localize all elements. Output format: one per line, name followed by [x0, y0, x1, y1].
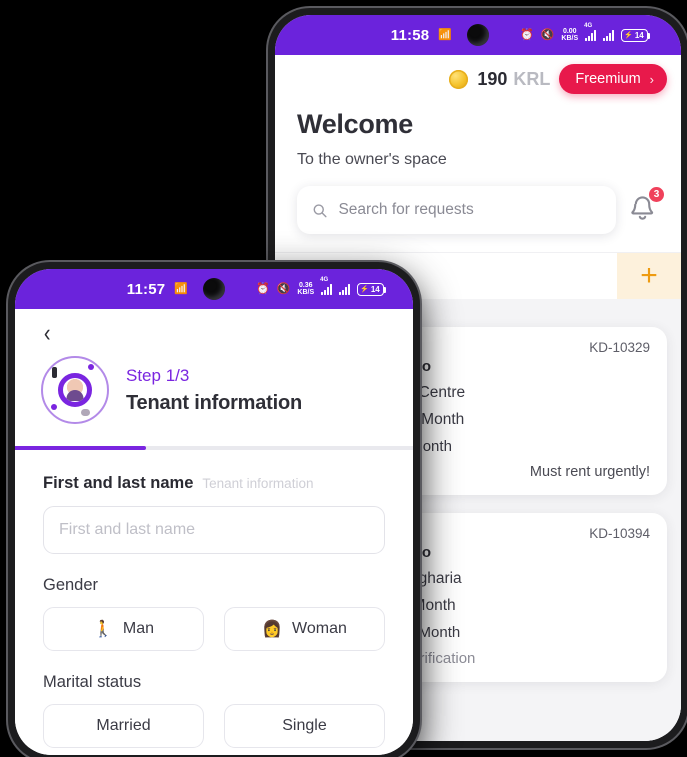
gender-option-label: Man	[122, 620, 155, 637]
mute-icon: 🔇	[540, 28, 555, 41]
orbit-dot-icon	[52, 367, 57, 378]
nav-back-row: ‹	[15, 309, 413, 352]
orbit-dot-icon	[88, 364, 94, 370]
network-speed-unit: KB/S	[297, 289, 315, 296]
step-progress-bar	[15, 446, 413, 450]
front-phone-content: ‹ Step 1/3 Tenant information First and …	[15, 309, 413, 755]
plan-label: Freemium	[575, 71, 641, 87]
alarm-icon: ⏰	[520, 28, 534, 41]
notification-badge: 3	[648, 186, 665, 203]
signal-bars-icon	[603, 29, 615, 41]
marital-status-label: Marital status	[43, 673, 142, 691]
name-field-label-row: First and last name Tenant information	[43, 474, 385, 493]
battery-level: 14	[634, 30, 644, 40]
signal-bars-icon	[339, 283, 351, 295]
step-progress-fill	[15, 446, 147, 450]
search-box[interactable]	[297, 186, 616, 234]
signal-4g-icon	[584, 23, 597, 41]
step-header: Step 1/3 Tenant information	[15, 352, 413, 424]
tenant-avatar-orbit-icon	[41, 356, 109, 424]
gender-option-woman[interactable]: 👩 Woman	[224, 607, 385, 651]
signal-4g-icon	[320, 277, 333, 295]
back-phone-status-bar: 11:58 📶 ⏰ 🔇 0.00 KB/S ⚡ 14	[275, 15, 681, 55]
name-field-hint: Tenant information	[202, 476, 314, 491]
battery-indicator: ⚡ 14	[621, 28, 650, 42]
back-button[interactable]: ‹	[44, 321, 51, 346]
mute-icon: 🔇	[276, 282, 291, 295]
marital-option-married[interactable]: Married	[43, 704, 204, 748]
alarm-icon: ⏰	[256, 282, 270, 295]
network-speed-indicator: 0.00 KB/S	[561, 28, 578, 42]
add-request-button[interactable]: +	[617, 253, 681, 299]
step-title: Tenant information	[126, 391, 303, 414]
avatar	[58, 373, 92, 407]
front-camera-punchhole	[467, 24, 489, 46]
credit-amount: 190	[477, 68, 508, 89]
man-icon: 🚶	[92, 621, 113, 638]
search-row: 3	[297, 169, 665, 252]
front-phone-status-bar: 11:57 📶 ⏰ 🔇 0.36 KB/S ⚡ 14	[15, 269, 413, 309]
battery-charging-icon: ⚡	[624, 31, 633, 39]
status-time: 11:57	[126, 280, 166, 298]
status-bar-left-group: 11:58 📶	[391, 27, 452, 44]
screenshot-stage: 11:58 📶 ⏰ 🔇 0.00 KB/S ⚡ 14	[0, 0, 687, 757]
step-text-group: Step 1/3 Tenant information	[126, 366, 302, 415]
freemium-plan-button[interactable]: Freemium ›	[559, 64, 667, 94]
gender-options: 🚶 Man 👩 Woman	[43, 607, 385, 651]
network-speed-value: 0.00	[562, 28, 577, 35]
search-input[interactable]	[338, 201, 601, 219]
step-number: Step 1/3	[126, 365, 190, 385]
network-speed-indicator: 0.36 KB/S	[297, 282, 314, 296]
network-speed-value: 0.36	[298, 282, 313, 289]
coin-icon	[449, 69, 469, 89]
credit-currency: KRL	[513, 68, 551, 89]
page-subtitle: To the owner's space	[297, 151, 447, 168]
plus-icon: +	[640, 259, 658, 292]
vibrate-icon: 📶	[174, 282, 188, 295]
front-phone-device: 11:57 📶 ⏰ 🔇 0.36 KB/S ⚡ 14	[8, 262, 420, 757]
orbit-dot-icon	[51, 404, 57, 410]
woman-icon: 👩	[262, 621, 283, 638]
marital-option-label: Married	[96, 717, 151, 734]
marital-option-single[interactable]: Single	[224, 704, 385, 748]
battery-indicator: ⚡ 14	[357, 282, 386, 296]
gender-option-label: Woman	[292, 620, 347, 637]
network-speed-unit: KB/S	[561, 35, 579, 42]
marital-option-label: Single	[282, 717, 327, 734]
notifications-button[interactable]: 3	[629, 186, 665, 227]
name-input[interactable]	[43, 506, 385, 554]
front-phone-screen: 11:57 📶 ⏰ 🔇 0.36 KB/S ⚡ 14	[15, 269, 413, 755]
page-title: Welcome	[297, 109, 413, 139]
status-bar-right-group: ⏰ 🔇 0.36 KB/S ⚡ 14	[256, 277, 386, 296]
battery-level: 14	[370, 284, 380, 294]
battery-charging-icon: ⚡	[360, 285, 369, 293]
tenant-form: First and last name Tenant information G…	[15, 450, 413, 748]
status-bar-left-group: 11:57 📶	[127, 281, 188, 298]
orbit-dot-icon	[81, 409, 90, 416]
gender-option-man[interactable]: 🚶 Man	[43, 607, 204, 651]
front-camera-punchhole	[203, 278, 225, 300]
welcome-section: Welcome To the owner's space Search for …	[275, 105, 681, 252]
search-icon	[313, 203, 327, 217]
status-bar-right-group: ⏰ 🔇 0.00 KB/S ⚡ 14	[520, 23, 650, 42]
vibrate-icon: 📶	[438, 28, 452, 41]
status-time: 11:58	[390, 26, 430, 44]
chevron-right-icon: ›	[649, 71, 654, 87]
name-field-label: First and last name	[43, 474, 194, 492]
marital-status-options: Married Single	[43, 704, 385, 748]
gender-label: Gender	[43, 576, 99, 594]
credit-bar: 190 KRL Freemium ›	[275, 55, 681, 105]
